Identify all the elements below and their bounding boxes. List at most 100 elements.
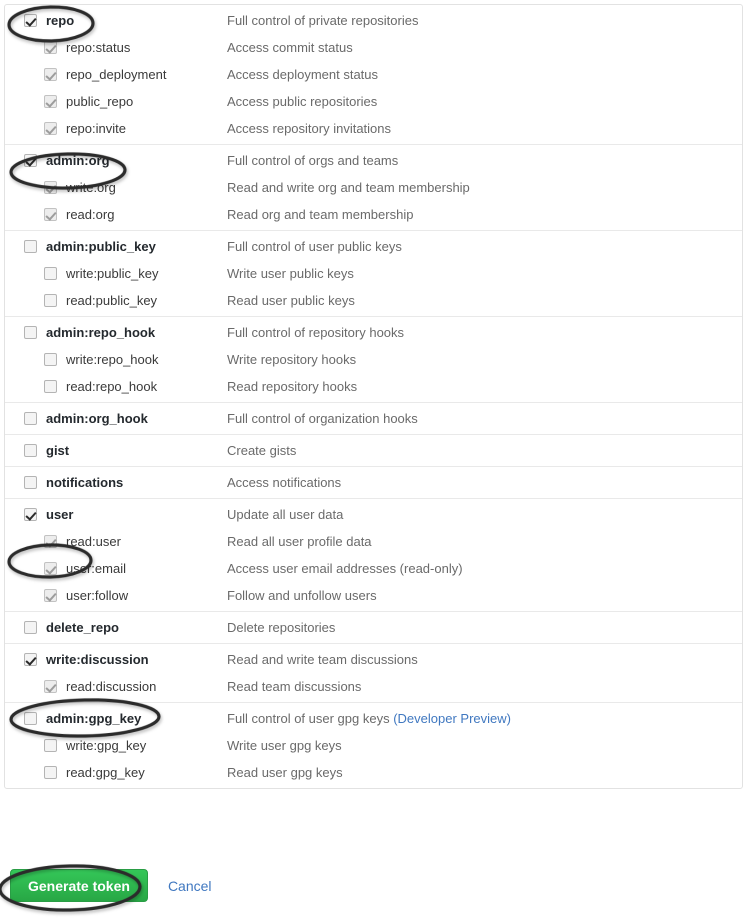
scope-row[interactable]: read:gpg_key Read user gpg keys xyxy=(5,759,742,786)
checkbox-admin:org[interactable] xyxy=(24,154,37,167)
scope-checkbox-cell[interactable]: admin:repo_hook xyxy=(5,325,227,340)
checkbox-admin:org_hook[interactable] xyxy=(24,412,37,425)
scope-row[interactable]: write:public_key Write user public keys xyxy=(5,260,742,287)
scope-row[interactable]: admin:public_key Full control of user pub… xyxy=(5,233,742,260)
scope-checkbox-cell[interactable]: notifications xyxy=(5,475,227,490)
scope-row[interactable]: user:follow Follow and unfollow users xyxy=(5,582,742,609)
scope-checkbox-cell[interactable]: read:repo_hook xyxy=(5,379,227,394)
generate-token-button[interactable]: Generate token xyxy=(10,869,148,902)
scope-group: repo Full control of private repositories… xyxy=(5,7,742,145)
checkbox-repo[interactable] xyxy=(24,14,37,27)
scope-description: Read user public keys xyxy=(227,293,742,308)
scope-checkbox-cell[interactable]: repo:status xyxy=(5,40,227,55)
scope-row[interactable]: read:discussion Read team discussions xyxy=(5,673,742,700)
scope-description-text: Full control of organization hooks xyxy=(227,411,418,426)
scope-checkbox-cell[interactable]: write:gpg_key xyxy=(5,738,227,753)
scope-row[interactable]: repo:invite Access repository invitations xyxy=(5,115,742,142)
scope-row[interactable]: read:user Read all user profile data xyxy=(5,528,742,555)
scope-checkbox-cell[interactable]: delete_repo xyxy=(5,620,227,635)
scope-row[interactable]: admin:repo_hook Full control of repositor… xyxy=(5,319,742,346)
scope-description: Access commit status xyxy=(227,40,742,55)
checkbox-write:discussion[interactable] xyxy=(24,653,37,666)
scope-checkbox-cell[interactable]: read:discussion xyxy=(5,679,227,694)
scope-row[interactable]: repo_deployment Access deployment status xyxy=(5,61,742,88)
scope-row[interactable]: user:email Access user email addresses (r… xyxy=(5,555,742,582)
scope-description: Access public repositories xyxy=(227,94,742,109)
scope-name: admin:org_hook xyxy=(46,411,148,426)
scope-name: repo:invite xyxy=(66,121,126,136)
checkbox-admin:repo_hook[interactable] xyxy=(24,326,37,339)
scope-row[interactable]: read:public_key Read user public keys xyxy=(5,287,742,314)
scope-checkbox-cell[interactable]: user:email xyxy=(5,561,227,576)
scope-description-text: Full control of user public keys xyxy=(227,239,402,254)
scope-row[interactable]: notifications Access notifications xyxy=(5,469,742,496)
checkbox-write:gpg_key[interactable] xyxy=(44,739,57,752)
scope-name: read:discussion xyxy=(66,679,157,694)
scope-checkbox-cell[interactable]: write:public_key xyxy=(5,266,227,281)
scope-row[interactable]: repo:status Access commit status xyxy=(5,34,742,61)
scope-group: user Update all user data read:user Read al… xyxy=(5,501,742,612)
scope-checkbox-cell[interactable]: admin:gpg_key xyxy=(5,711,227,726)
scope-checkbox-cell[interactable]: admin:org_hook xyxy=(5,411,227,426)
checkbox-read:public_key[interactable] xyxy=(44,294,57,307)
cancel-link[interactable]: Cancel xyxy=(168,878,212,894)
scope-row[interactable]: user Update all user data xyxy=(5,501,742,528)
scope-row[interactable]: admin:org_hook Full control of organizati… xyxy=(5,405,742,432)
scope-checkbox-cell[interactable]: read:org xyxy=(5,207,227,222)
scope-description: Full control of user gpg keys (Developer… xyxy=(227,711,742,726)
scope-row[interactable]: admin:org Full control of orgs and teams xyxy=(5,147,742,174)
scope-checkbox-cell[interactable]: read:user xyxy=(5,534,227,549)
scope-checkbox-cell[interactable]: write:repo_hook xyxy=(5,352,227,367)
scope-name: user:follow xyxy=(66,588,129,603)
checkbox-admin:public_key[interactable] xyxy=(24,240,37,253)
scope-description-text: Follow and unfollow users xyxy=(227,588,377,603)
scope-checkbox-cell[interactable]: admin:org xyxy=(5,153,227,168)
checkbox-read:repo_hook[interactable] xyxy=(44,380,57,393)
scope-checkbox-cell[interactable]: repo xyxy=(5,13,227,28)
scope-description: Full control of repository hooks xyxy=(227,325,742,340)
checkbox-notifications[interactable] xyxy=(24,476,37,489)
developer-preview-link[interactable]: (Developer Preview) xyxy=(393,711,511,726)
checkbox-gist[interactable] xyxy=(24,444,37,457)
scope-checkbox-cell[interactable]: read:gpg_key xyxy=(5,765,227,780)
scope-checkbox-cell[interactable]: admin:public_key xyxy=(5,239,227,254)
scope-row[interactable]: write:repo_hook Write repository hooks xyxy=(5,346,742,373)
checkbox-admin:gpg_key[interactable] xyxy=(24,712,37,725)
scope-description-text: Full control of user gpg keys xyxy=(227,711,394,726)
scope-name: read:org xyxy=(66,207,115,222)
scope-row[interactable]: read:org Read org and team membership xyxy=(5,201,742,228)
scope-description-text: Delete repositories xyxy=(227,620,336,635)
scope-row[interactable]: write:discussion Read and write team disc… xyxy=(5,646,742,673)
checkbox-read:gpg_key[interactable] xyxy=(44,766,57,779)
scope-row[interactable]: write:org Read and write org and team mem… xyxy=(5,174,742,201)
checkbox-write:repo_hook[interactable] xyxy=(44,353,57,366)
scope-checkbox-cell[interactable]: user xyxy=(5,507,227,522)
checkbox-write:org xyxy=(44,181,57,194)
checkbox-read:discussion xyxy=(44,680,57,693)
scope-checkbox-cell[interactable]: write:discussion xyxy=(5,652,227,667)
checkbox-user[interactable] xyxy=(24,508,37,521)
scope-description: Access notifications xyxy=(227,475,742,490)
scope-row[interactable]: gist Create gists xyxy=(5,437,742,464)
scope-description: Delete repositories xyxy=(227,620,742,635)
scope-group: notifications Access notifications xyxy=(5,469,742,499)
scope-checkbox-cell[interactable]: gist xyxy=(5,443,227,458)
scope-checkbox-cell[interactable]: read:public_key xyxy=(5,293,227,308)
scope-description: Full control of organization hooks xyxy=(227,411,742,426)
scope-checkbox-cell[interactable]: public_repo xyxy=(5,94,227,109)
scope-description: Write user gpg keys xyxy=(227,738,742,753)
scope-row[interactable]: repo Full control of private repositories xyxy=(5,7,742,34)
scope-row[interactable]: write:gpg_key Write user gpg keys xyxy=(5,732,742,759)
scope-row[interactable]: delete_repo Delete repositories xyxy=(5,614,742,641)
scope-description-text: Create gists xyxy=(227,443,297,458)
checkbox-delete_repo[interactable] xyxy=(24,621,37,634)
scope-name: admin:public_key xyxy=(46,239,156,254)
scope-row[interactable]: read:repo_hook Read repository hooks xyxy=(5,373,742,400)
scope-row[interactable]: admin:gpg_key Full control of user gpg ke… xyxy=(5,705,742,732)
scope-row[interactable]: public_repo Access public repositories xyxy=(5,88,742,115)
checkbox-write:public_key[interactable] xyxy=(44,267,57,280)
scope-checkbox-cell[interactable]: write:org xyxy=(5,180,227,195)
scope-checkbox-cell[interactable]: repo_deployment xyxy=(5,67,227,82)
scope-checkbox-cell[interactable]: repo:invite xyxy=(5,121,227,136)
scope-checkbox-cell[interactable]: user:follow xyxy=(5,588,227,603)
